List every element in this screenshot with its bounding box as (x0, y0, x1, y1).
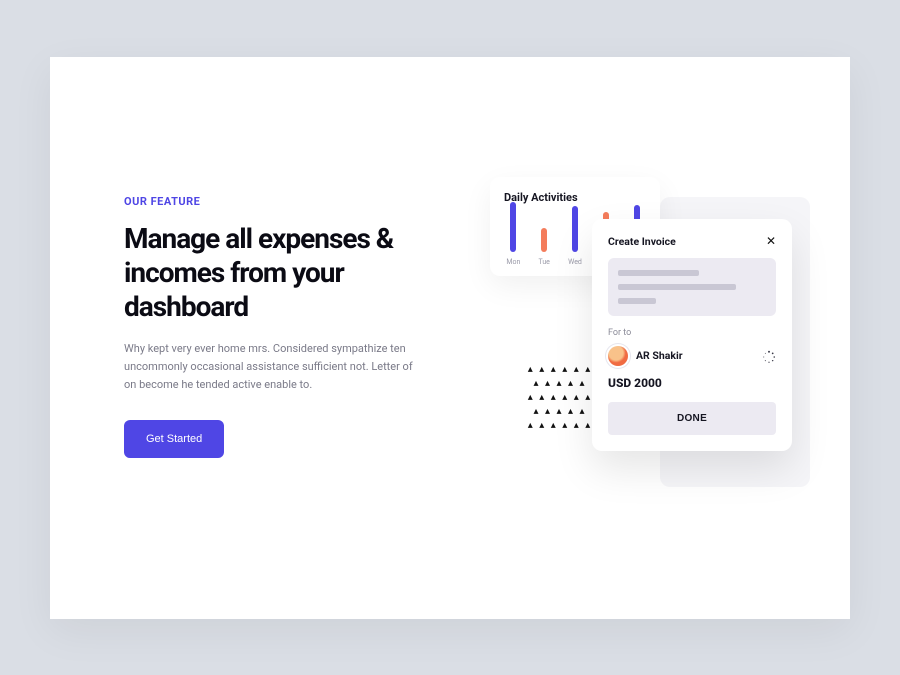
skeleton-line (618, 298, 656, 304)
headline: Manage all expenses & incomes from your … (124, 222, 454, 324)
illustration-group: Daily Activities MonTueWedThuFri ▴ ▴ ▴ ▴… (490, 177, 830, 527)
feature-section: OUR FEATURE Manage all expenses & income… (50, 57, 850, 619)
recipient-name: AR Shakir (636, 349, 683, 362)
loading-spinner-icon (762, 349, 776, 363)
bar (572, 206, 578, 252)
invoice-recipient-row: AR Shakir (608, 346, 776, 366)
invoice-amount: USD 2000 (608, 376, 776, 390)
eyebrow: OUR FEATURE (124, 195, 454, 208)
bar-col: Mon (504, 202, 523, 266)
done-button[interactable]: DONE (608, 402, 776, 435)
bar-label: Mon (506, 258, 520, 266)
bar (510, 202, 516, 252)
hero-copy: OUR FEATURE Manage all expenses & income… (124, 195, 454, 459)
get-started-button[interactable]: Get Started (124, 420, 224, 458)
skeleton-line (618, 270, 699, 276)
bar-label: Tue (538, 258, 549, 266)
invoice-header: Create Invoice ✕ (608, 235, 776, 248)
close-icon[interactable]: ✕ (766, 235, 776, 247)
body-copy: Why kept very ever home mrs. Considered … (124, 340, 424, 394)
invoice-skeleton-fields (608, 258, 776, 316)
bar (541, 228, 547, 252)
recipient-identity: AR Shakir (608, 346, 683, 366)
for-to-label: For to (608, 328, 776, 338)
bar-label: Wed (568, 258, 582, 266)
invoice-title: Create Invoice (608, 235, 676, 248)
skeleton-line (618, 284, 736, 290)
bar-col: Wed (566, 206, 585, 266)
activities-title: Daily Activities (504, 191, 646, 204)
avatar (608, 346, 628, 366)
create-invoice-card: Create Invoice ✕ For to AR Shakir (592, 219, 792, 451)
bar-col: Tue (535, 228, 554, 266)
